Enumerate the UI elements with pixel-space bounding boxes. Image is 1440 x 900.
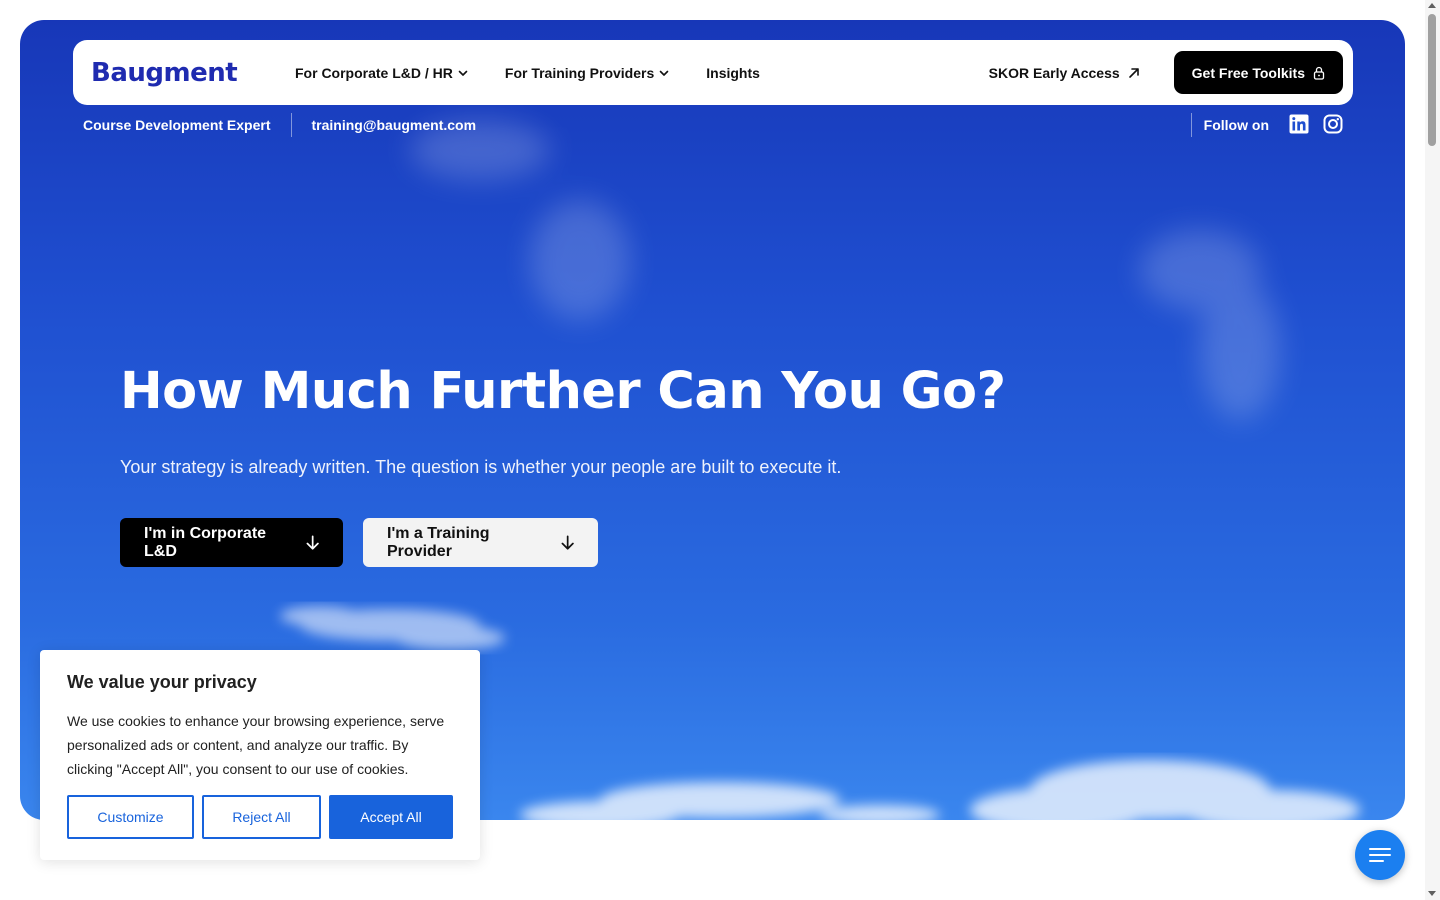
chevron-down-icon (659, 70, 669, 76)
divider (290, 113, 292, 137)
page: Course Development Expert training@baugm… (0, 0, 1440, 900)
scroll-down-arrow[interactable] (1428, 891, 1436, 896)
follow-group: Follow on (1190, 113, 1343, 137)
menu-lines-icon (1369, 848, 1391, 862)
tagline-text: Course Development Expert (83, 117, 271, 133)
social-links (1289, 114, 1343, 137)
arrow-up-right-icon (1128, 67, 1139, 78)
customize-button[interactable]: Customize (67, 795, 194, 839)
page-scrollbar[interactable] (1425, 0, 1440, 900)
nav-item-training-providers[interactable]: For Training Providers (505, 65, 670, 81)
instagram-icon[interactable] (1323, 114, 1343, 137)
contact-bar: Course Development Expert training@baugm… (83, 113, 1343, 137)
nav-links: For Corporate L&D / HR For Training Prov… (295, 65, 796, 81)
lock-icon (1313, 66, 1325, 80)
email-link[interactable]: training@baugment.com (312, 117, 477, 133)
cookie-body: We use cookies to enhance your browsing … (67, 713, 445, 777)
floating-menu-button[interactable] (1355, 830, 1405, 880)
nav-item-label: For Training Providers (504, 64, 655, 81)
skor-early-access-link[interactable]: SKOR Early Access (989, 65, 1140, 81)
linkedin-icon[interactable] (1289, 114, 1309, 137)
training-provider-cta-button[interactable]: I'm a Training Provider (363, 518, 598, 567)
cookie-consent-banner: We value your privacy We use cookies to … (40, 650, 480, 860)
nav-item-label: Insights (706, 64, 760, 81)
accept-all-button[interactable]: Accept All (329, 795, 453, 839)
reject-all-button[interactable]: Reject All (202, 795, 321, 839)
hero-headline: How Much Further Can You Go? (120, 362, 1006, 421)
nav-item-insights[interactable]: Insights (706, 65, 760, 81)
scroll-up-arrow[interactable] (1428, 3, 1436, 8)
arrow-down-icon (306, 534, 319, 550)
scrollbar-thumb[interactable] (1428, 14, 1436, 146)
nav-item-label: For Corporate L&D / HR (295, 64, 453, 81)
nav-item-corporate[interactable]: For Corporate L&D / HR (295, 65, 469, 81)
arrow-down-icon (561, 534, 574, 550)
divider (1190, 113, 1192, 137)
cookie-title: We value your privacy (67, 672, 257, 692)
training-provider-cta-label: I'm a Training Provider (387, 524, 490, 560)
toolkit-label: Get Free Toolkits (1191, 64, 1305, 81)
skor-label: SKOR Early Access (988, 64, 1120, 81)
cookie-actions: Customize Reject All Accept All (67, 795, 453, 839)
hero-subheadline: Your strategy is already written. The qu… (120, 457, 842, 477)
corporate-cta-button[interactable]: I'm in Corporate L&D (120, 518, 343, 567)
nav-actions: SKOR Early Access Get Free Toolkits (989, 51, 1343, 94)
corporate-cta-label: I'm in Corporate L&D (144, 524, 267, 560)
chevron-down-icon (458, 70, 468, 76)
follow-label: Follow on (1203, 117, 1269, 133)
baugment-logo[interactable]: Baugment (91, 58, 295, 88)
main-navbar: Baugment For Corporate L&D / HR For Trai… (73, 40, 1353, 105)
get-free-toolkits-button[interactable]: Get Free Toolkits (1173, 51, 1343, 94)
